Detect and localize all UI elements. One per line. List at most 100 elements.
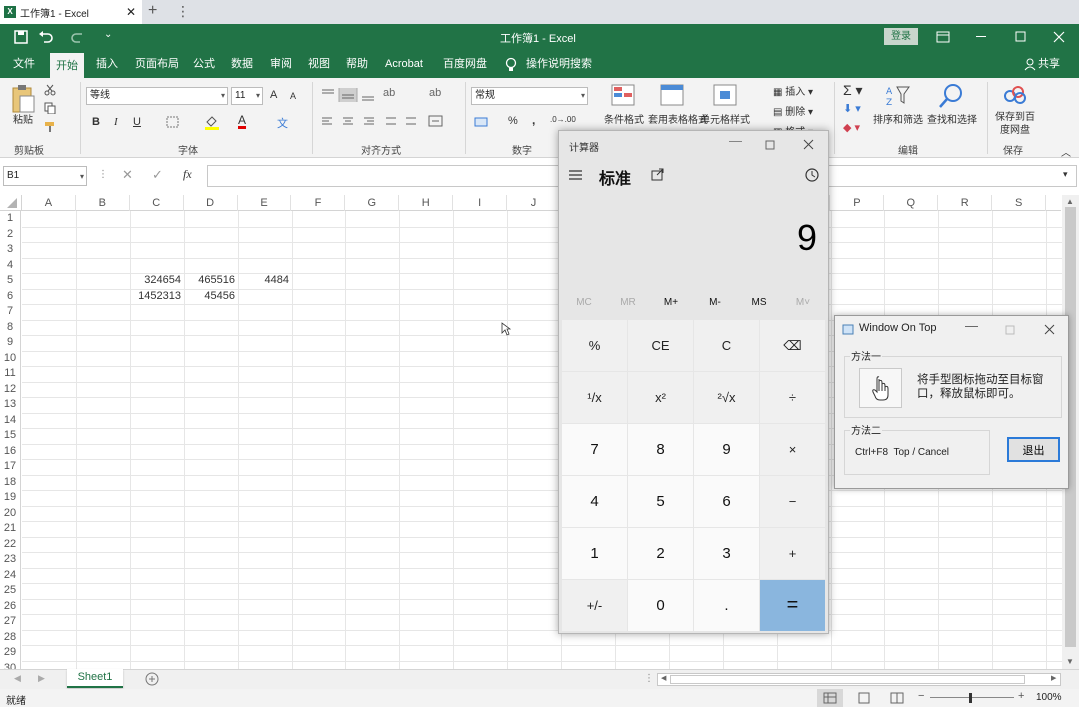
new-tab-icon[interactable]: + — [148, 2, 157, 20]
autosum-icon[interactable]: Σ ▾ — [843, 82, 863, 99]
sheet-tab-sheet1[interactable]: Sheet1 — [67, 669, 123, 688]
currency-icon[interactable] — [474, 116, 488, 128]
wot-close-icon[interactable] — [1044, 324, 1055, 335]
row-header-21[interactable]: 21 — [0, 521, 21, 537]
row-header-25[interactable]: 25 — [0, 583, 21, 599]
shrink-font-button[interactable]: A — [290, 91, 296, 101]
keep-on-top-icon[interactable] — [651, 168, 665, 182]
divide-key[interactable]: ÷ — [760, 372, 825, 423]
drag-hand-target[interactable] — [859, 368, 902, 408]
row-header-8[interactable]: 8 — [0, 319, 21, 335]
percent-key[interactable]: % — [562, 320, 627, 371]
row-header-6[interactable]: 6 — [0, 288, 21, 304]
sort-filter-icon[interactable]: AZ — [884, 83, 912, 109]
column-header-e[interactable]: E — [238, 195, 292, 211]
square-key[interactable]: x² — [628, 372, 693, 423]
conditional-format-label[interactable]: 条件格式 — [604, 111, 644, 126]
row-header-12[interactable]: 12 — [0, 381, 21, 397]
memory-store-button[interactable]: MS — [737, 297, 781, 308]
memory-subtract-button[interactable]: M- — [693, 297, 737, 308]
tab-review[interactable]: 审阅 — [270, 51, 292, 78]
row-header-5[interactable]: 5 — [0, 273, 21, 289]
insert-function-button[interactable]: fx — [183, 167, 192, 182]
row-header-7[interactable]: 7 — [0, 304, 21, 320]
cell-style-label[interactable]: 单元格样式 — [700, 111, 750, 126]
clear-icon[interactable]: ◆ ▾ — [843, 121, 860, 134]
calc-close-icon[interactable] — [803, 139, 814, 150]
row-header-14[interactable]: 14 — [0, 412, 21, 428]
add-key[interactable]: + — [760, 528, 825, 579]
tab-close-icon[interactable]: ✕ — [126, 5, 136, 19]
digit-3-key[interactable]: 3 — [694, 528, 759, 579]
column-header-p[interactable]: P — [831, 195, 885, 211]
row-header-24[interactable]: 24 — [0, 567, 21, 583]
memory-recall-button[interactable]: MR — [606, 297, 650, 308]
vertical-align-icons[interactable] — [320, 88, 416, 102]
wrap-text-icon[interactable]: ab — [429, 87, 441, 99]
row-header-4[interactable]: 4 — [0, 257, 21, 273]
save-baidu-label[interactable]: 保存到百度网盘 — [992, 111, 1038, 137]
page-break-view-icon[interactable] — [890, 692, 904, 704]
table-format-label[interactable]: 套用表格格式 — [648, 111, 708, 126]
decimal-key[interactable]: . — [694, 580, 759, 631]
cancel-entry-icon[interactable]: ✕ — [122, 167, 133, 183]
tab-excel[interactable]: X 工作簿1 - Excel ✕ — [0, 0, 142, 24]
fill-color-icon[interactable] — [204, 114, 220, 130]
digit-1-key[interactable]: 1 — [562, 528, 627, 579]
row-header-23[interactable]: 23 — [0, 552, 21, 568]
column-header-h[interactable]: H — [399, 195, 454, 211]
row-header-19[interactable]: 19 — [0, 490, 21, 506]
fill-icon[interactable]: ⬇ ▾ — [843, 102, 861, 115]
horizontal-align-icons[interactable] — [320, 116, 420, 128]
hscroll-thumb[interactable] — [670, 675, 1025, 684]
tell-me-search[interactable]: 操作说明搜索 — [526, 51, 592, 78]
save-icon[interactable] — [14, 30, 28, 44]
horizontal-scrollbar[interactable]: ◀ ▶ — [657, 673, 1061, 686]
column-header-d[interactable]: D — [184, 195, 238, 211]
row-header-15[interactable]: 15 — [0, 428, 21, 444]
merge-center-icon[interactable] — [428, 115, 444, 128]
find-select-label[interactable]: 查找和选择 — [927, 111, 977, 126]
column-header-f[interactable]: F — [292, 195, 346, 211]
qat-customize-icon[interactable]: ⌄ — [104, 29, 112, 40]
next-sheet-icon[interactable]: ▶ — [38, 673, 45, 684]
scroll-down-icon[interactable]: ▼ — [1066, 657, 1074, 666]
tab-page-layout[interactable]: 页面布局 — [135, 51, 179, 78]
page-layout-view-icon[interactable] — [857, 692, 871, 704]
conditional-format-icon[interactable] — [610, 83, 638, 109]
exit-button[interactable]: 退出 — [1007, 437, 1060, 462]
row-header-26[interactable]: 26 — [0, 598, 21, 614]
redo-icon[interactable] — [70, 30, 86, 44]
tab-baidu[interactable]: 百度网盘 — [443, 51, 487, 78]
digit-6-key[interactable]: 6 — [694, 476, 759, 527]
digit-9-key[interactable]: 9 — [694, 424, 759, 475]
bold-button[interactable]: B — [92, 116, 100, 128]
name-box[interactable]: B1 ▾ — [3, 166, 87, 186]
row-header-11[interactable]: 11 — [0, 366, 21, 382]
column-header-i[interactable]: I — [453, 195, 508, 211]
tab-insert[interactable]: 插入 — [96, 51, 118, 78]
zoom-level[interactable]: 100% — [1036, 692, 1062, 703]
splitter-icon[interactable]: ⋮ — [644, 673, 654, 684]
font-color-button[interactable]: A — [238, 113, 246, 127]
cell-e5[interactable]: 4484 — [237, 273, 289, 288]
tab-home[interactable]: 开始 — [50, 51, 84, 78]
calc-minimize-icon[interactable]: — — [729, 133, 742, 148]
scroll-right-icon[interactable]: ▶ — [1051, 674, 1056, 682]
row-header-2[interactable]: 2 — [0, 226, 21, 242]
grow-font-button[interactable]: A — [270, 89, 277, 101]
ribbon-display-icon[interactable] — [936, 31, 950, 43]
comma-button[interactable]: , — [532, 113, 535, 127]
tab-help[interactable]: 帮助 — [346, 51, 368, 78]
digit-4-key[interactable]: 4 — [562, 476, 627, 527]
cell-style-icon[interactable] — [712, 83, 740, 109]
column-header-q[interactable]: Q — [884, 195, 939, 211]
undo-icon[interactable] — [38, 30, 54, 44]
multiply-key[interactable]: × — [760, 424, 825, 475]
reciprocal-key[interactable]: ¹/x — [562, 372, 627, 423]
tab-formulas[interactable]: 公式 — [193, 51, 215, 78]
subtract-key[interactable]: − — [760, 476, 825, 527]
digit-2-key[interactable]: 2 — [628, 528, 693, 579]
find-select-icon[interactable] — [938, 82, 966, 110]
underline-button[interactable]: U — [133, 116, 141, 128]
